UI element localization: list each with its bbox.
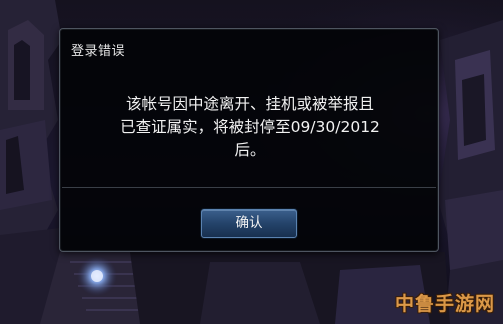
watermark-logo: 中鲁手游网 [394, 293, 495, 315]
confirm-button[interactable]: 确认 [201, 209, 297, 238]
message-line: 该帐号因中途离开、挂机或被举报且 [125, 95, 374, 113]
message-line: 后。 [234, 141, 266, 159]
dialog-title: 登录错误 [71, 44, 126, 59]
login-error-dialog: 登录错误 该帐号因中途离开、挂机或被举报且 已查证属实，将被封停至09/30/2… [59, 28, 439, 252]
dialog-message: 该帐号因中途离开、挂机或被举报且 已查证属实，将被封停至09/30/2012 后… [100, 93, 400, 162]
message-line: 已查证属实，将被封停至09/30/2012 [120, 118, 380, 136]
dialog-divider [62, 187, 436, 188]
